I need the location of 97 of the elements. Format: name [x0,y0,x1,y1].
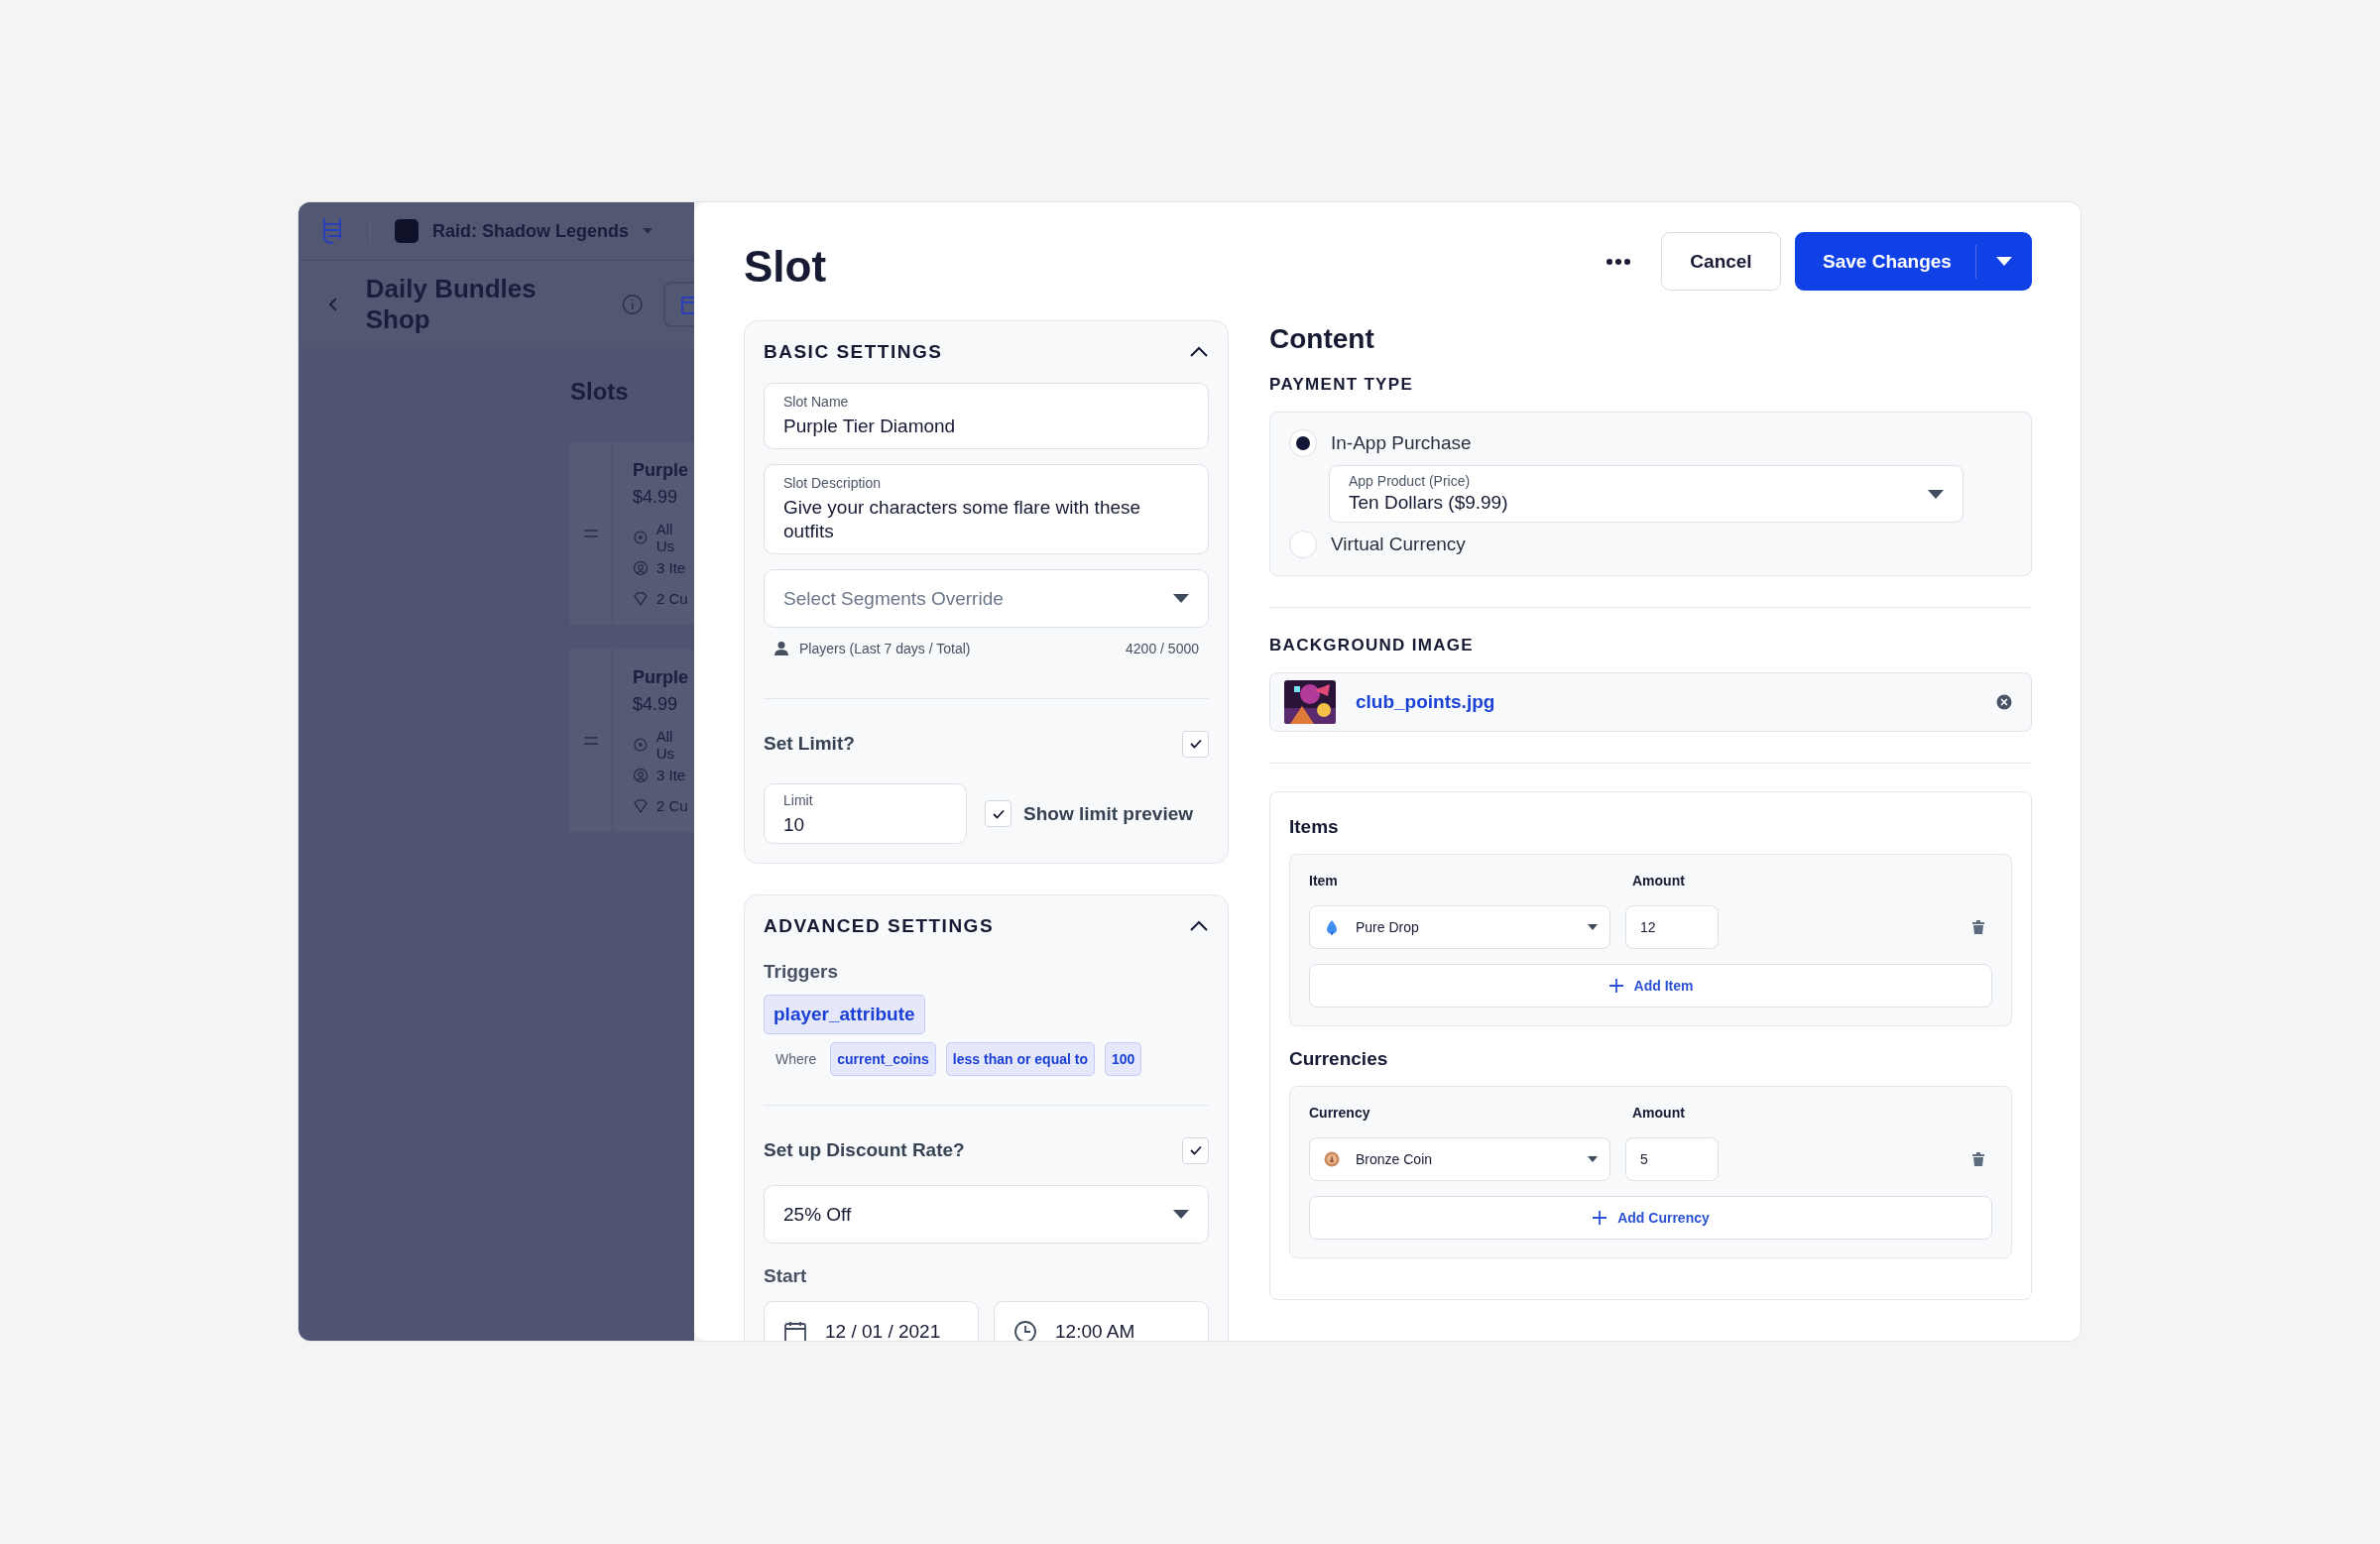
section-heading: PAYMENT TYPE [1269,375,1415,395]
where-label: Where [775,1051,817,1067]
slot-detail: 3 Ite [656,767,686,783]
page-title: Daily Bundles Shop [365,274,537,335]
diamond-icon [633,797,649,814]
info-icon [622,294,644,315]
file-link[interactable]: club_points.jpg [1356,691,1495,713]
chevron-up-icon[interactable] [1189,346,1209,358]
segments-select[interactable]: Select Segments Override [764,569,1209,628]
target-icon [633,529,649,545]
checkbox[interactable] [985,800,1012,827]
caret-down-icon [1173,1210,1189,1219]
drag-handle-icon[interactable] [584,737,598,745]
slot-name: Purple [633,460,689,481]
date-field[interactable]: 12 / 01 / 2021 [764,1301,979,1341]
condition-tag[interactable]: 100 [1104,1042,1142,1076]
field-label: App Product (Price) [1349,473,1472,489]
players-count: 4200 / 5000 [1126,641,1199,656]
remove-icon[interactable] [1996,694,2012,710]
time-field[interactable]: 12:00 AM [994,1301,1209,1341]
more-icon[interactable] [1606,257,1631,266]
drop-icon [1324,919,1340,935]
amount-field[interactable]: 5 [1625,1137,1719,1181]
checkbox-label: Show limit preview [1023,802,1194,825]
person-circle-icon [633,767,649,783]
group-title: Items [1289,816,1340,838]
cancel-button[interactable]: Cancel [1661,232,1781,291]
field-value: 10 [783,813,806,837]
person-circle-icon [633,559,649,576]
field-label: Slot Name [783,394,850,410]
condition-tag[interactable]: less than or equal to [945,1042,1095,1076]
field-value: Give your characters some flare with these outfits [783,496,1142,543]
column-label: Amount [1632,873,1685,889]
diamond-icon [633,590,649,607]
item-select[interactable]: Pure Drop [1309,905,1610,949]
item-select[interactable]: Bronze Coin [1309,1137,1610,1181]
field-label: Limit [783,792,814,808]
players-label: Players (Last 7 days / Total) [799,641,971,656]
person-icon [774,641,789,656]
field-label: Start [764,1265,808,1287]
chevron-up-icon[interactable] [1189,920,1209,932]
caret-down-icon [1588,924,1598,930]
caret-down-icon [1928,489,1944,499]
condition-tag[interactable]: current_coins [830,1042,936,1076]
amount-field[interactable]: 12 [1625,905,1719,949]
slot-detail: 3 Ite [656,559,686,576]
radio-button[interactable] [1289,531,1317,558]
column-label: Item [1309,873,1339,889]
slot-detail: All Us [655,727,675,762]
modal-title: Slot [744,240,827,292]
number-field[interactable]: Limit 10 [764,783,967,844]
section-heading: ADVANCED SETTINGS [764,915,995,937]
text-field[interactable]: Slot Name Purple Tier Diamond [764,383,1209,449]
caret-down-icon [643,228,654,234]
group-title: Currencies [1289,1048,1389,1070]
field-value: Purple Tier Diamond [783,415,957,438]
slot-name: Purple [633,667,689,688]
checkbox-label: Set up Discount Rate? [764,1139,965,1161]
caret-down-icon [1173,594,1189,603]
caret-down-icon[interactable] [1996,257,2012,266]
section-heading: BASIC SETTINGS [764,341,943,363]
column-label: Amount [1632,1105,1685,1121]
field-label: Triggers [764,961,839,983]
checkbox[interactable] [1182,730,1209,758]
plus-icon [1607,978,1624,994]
save-button[interactable]: Save Changes [1795,249,1975,274]
split-button[interactable]: Save Changes [1795,232,2032,291]
slot-detail: All Us [655,520,675,554]
caret-down-icon [1588,1156,1598,1162]
target-icon [633,736,649,753]
radio-label: In-App Purchase [1331,432,1472,454]
trash-icon[interactable] [1972,920,1984,934]
placeholder: Select Segments Override [783,587,1004,610]
discount-select[interactable]: 25% Off [764,1185,1209,1244]
coin-icon [1324,1151,1340,1167]
slot-price: $4.99 [633,487,679,508]
radio-label: Virtual Currency [1331,534,1466,555]
checkbox[interactable] [1182,1136,1209,1164]
checkbox-label: Set Limit? [764,733,855,755]
slot-price: $4.99 [633,694,679,715]
column-label: Currency [1309,1105,1371,1121]
clock-icon [1013,1320,1037,1341]
product-select[interactable]: App Product (Price) Ten Dollars ($9.99) [1329,465,1964,523]
field-value: Ten Dollars ($9.99) [1349,491,1508,515]
plus-icon [1592,1210,1608,1226]
section-heading: BACKGROUND IMAGE [1269,636,1475,655]
slot-detail: 2 Cu [656,590,688,607]
trigger-tag[interactable]: player_attribute [764,995,925,1034]
slot-detail: 2 Cu [656,797,688,814]
drag-handle-icon[interactable] [584,530,598,537]
field-label: Slot Description [783,475,883,491]
add-button[interactable]: Add Currency [1309,1196,1992,1240]
add-button[interactable]: Add Item [1309,964,1992,1008]
trash-icon[interactable] [1972,1152,1984,1166]
section-title: Content [1269,322,1375,356]
text-area[interactable]: Slot Description Give your characters some flare with these outfits [764,464,1209,554]
radio-button[interactable] [1289,429,1317,457]
